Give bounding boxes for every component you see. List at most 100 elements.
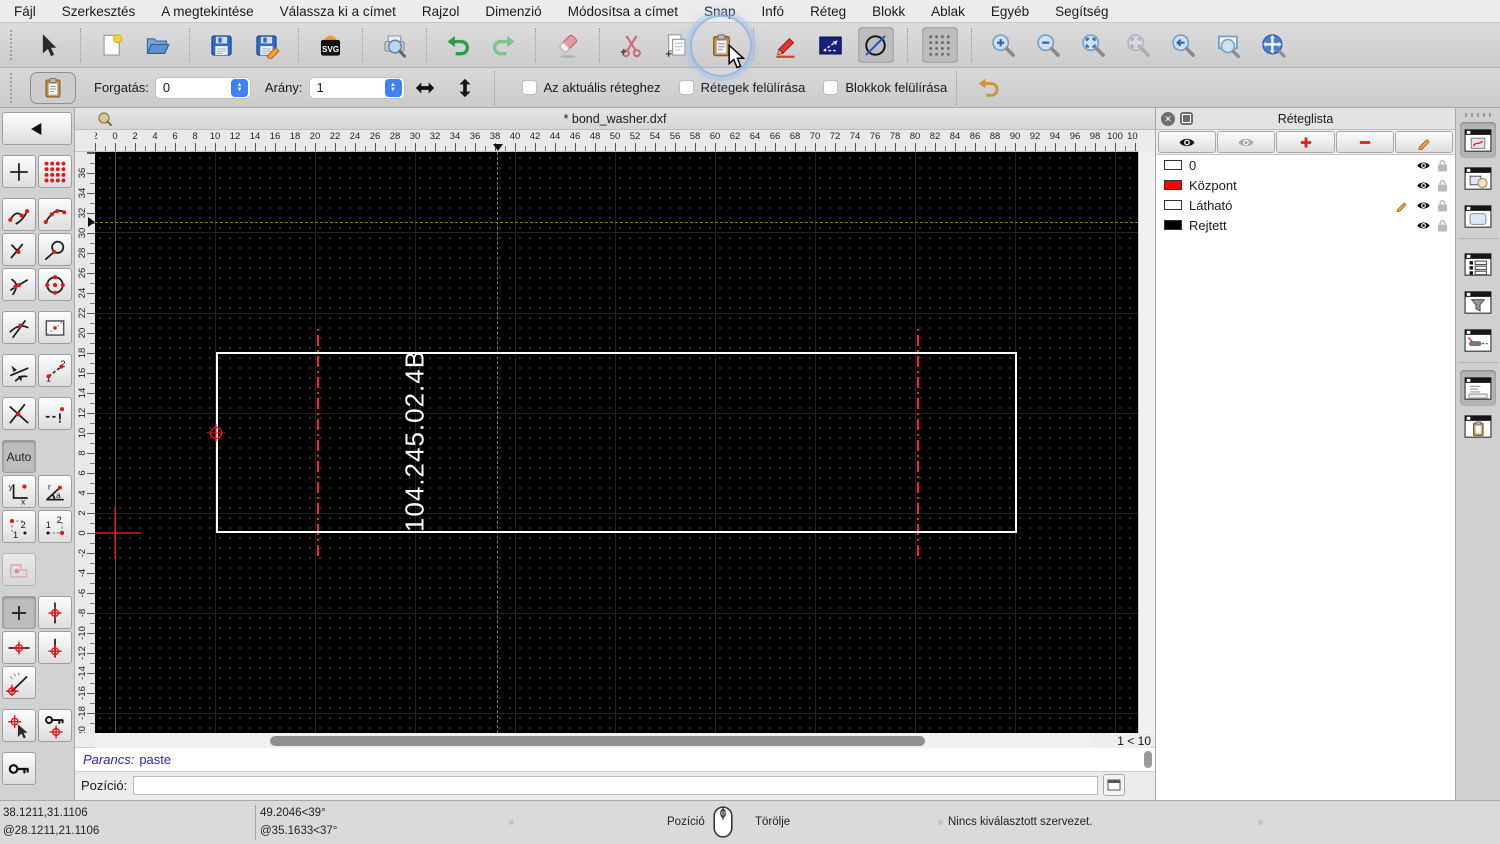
coord-polar-button[interactable]: ra <box>38 475 72 508</box>
toolbar-drag-handle[interactable] <box>10 30 18 60</box>
remove-layer-button[interactable] <box>1336 131 1394 153</box>
dock-drag-handle[interactable] <box>1465 113 1491 117</box>
entity-list-panel-toggle-button[interactable] <box>1460 246 1496 282</box>
select-entity-button[interactable] <box>2 553 36 586</box>
svg-export-button[interactable]: SVG <box>313 27 349 63</box>
menu-item-fajl[interactable]: Fájl <box>14 4 36 19</box>
scale-stepper[interactable]: ▲▼ <box>385 79 402 97</box>
rotation-input[interactable]: 0 ▲▼ <box>155 77 251 99</box>
flip-horizontal-button[interactable] <box>411 74 439 102</box>
edit-layer-button[interactable] <box>1395 131 1453 153</box>
zoom-window-button[interactable] <box>1211 27 1247 63</box>
lock-relative-zero-button[interactable] <box>38 709 72 742</box>
layer-row[interactable]: Központ <box>1156 175 1455 195</box>
checkbox-az-aktualis-reteghez[interactable]: Az aktuális réteghez <box>522 80 661 95</box>
snap-distance-manual-button[interactable] <box>2 354 36 387</box>
layer-visibility-eye-icon[interactable] <box>1412 179 1434 192</box>
menu-item-modositsa-a-cimet[interactable]: Módosítsa a címet <box>568 4 678 19</box>
close-panel-icon[interactable]: ✕ <box>1161 112 1175 126</box>
zoom-selected-button[interactable] <box>1121 27 1157 63</box>
command-scrollbar-thumb[interactable] <box>1144 751 1152 768</box>
layer-list-panel-toggle-button[interactable] <box>1460 122 1496 158</box>
part-number-text[interactable]: 104.245.02.4B <box>400 350 431 532</box>
active-paste-tool-button[interactable] <box>30 72 76 104</box>
zoom-out-button[interactable] <box>1031 27 1067 63</box>
checkbox-box[interactable] <box>522 80 537 95</box>
select-cursor-button[interactable] <box>31 27 67 63</box>
red-pen-button[interactable] <box>768 27 804 63</box>
circle-tool-button[interactable] <box>858 27 894 63</box>
scale-input[interactable]: 1 ▲▼ <box>309 77 405 99</box>
snap-intersection-button[interactable] <box>2 397 36 430</box>
dimension-button[interactable] <box>813 27 849 63</box>
snap-auto-button[interactable]: Auto <box>2 440 36 473</box>
menu-item-szerkesztes[interactable]: Szerkesztés <box>62 4 136 19</box>
snap-on-entity-button[interactable] <box>38 198 72 231</box>
key-lock-button[interactable] <box>2 752 36 785</box>
command-widget-panel-toggle-button[interactable] <box>1460 370 1496 406</box>
checkbox-box[interactable] <box>679 80 694 95</box>
vertical-scrollbar[interactable] <box>1138 152 1155 733</box>
checkbox-box[interactable] <box>823 80 838 95</box>
redo-button[interactable] <box>486 27 522 63</box>
angle-protractor-button[interactable] <box>2 666 36 699</box>
zoom-pan-button[interactable] <box>1256 27 1292 63</box>
open-folder-button[interactable] <box>140 27 176 63</box>
menu-item-dimenzio[interactable]: Dimenzió <box>485 4 541 19</box>
paste-button[interactable] <box>704 27 740 63</box>
coord-cartesian-button[interactable]: yx <box>2 475 36 508</box>
float-panel-icon[interactable] <box>1180 112 1193 125</box>
washer-outline-rect[interactable] <box>216 352 1017 533</box>
zoom-previous-button[interactable] <box>1166 27 1202 63</box>
clipboard-panel-toggle-button[interactable] <box>1460 408 1496 444</box>
back-button[interactable] <box>2 112 72 145</box>
snap-free-button[interactable] <box>2 155 36 188</box>
undo-paste-button[interactable] <box>971 70 1007 106</box>
layer-visibility-eye-icon[interactable] <box>1412 199 1434 212</box>
layer-visibility-eye-icon[interactable] <box>1412 219 1434 232</box>
snap-perpendicular-button[interactable] <box>2 233 36 266</box>
show-all-layers-button[interactable] <box>1158 131 1216 153</box>
horizontal-scrollbar[interactable] <box>95 733 1138 748</box>
flip-vertical-button[interactable] <box>451 74 479 102</box>
restrict-vertical-button[interactable] <box>38 596 72 629</box>
layer-row[interactable]: Látható <box>1156 195 1455 215</box>
drawing-canvas[interactable]: 104.245.02.4B <box>95 152 1138 733</box>
snap-distance-button[interactable]: 12 <box>38 354 72 387</box>
horizontal-scrollbar-thumb[interactable] <box>270 736 925 746</box>
layer-lock-icon[interactable] <box>1434 219 1450 232</box>
restrict-orthogonal-button[interactable] <box>38 631 72 664</box>
block-list-panel-toggle-button[interactable] <box>1460 160 1496 196</box>
grid-toggle-button[interactable] <box>922 27 958 63</box>
snap-grid-button[interactable] <box>38 155 72 188</box>
save-button[interactable] <box>204 27 240 63</box>
library-browser-panel-toggle-button[interactable] <box>1460 198 1496 234</box>
checkbox-retegek-felulirasa[interactable]: Rétegek felülírása <box>679 80 806 95</box>
layer-lock-icon[interactable] <box>1434 179 1450 192</box>
menu-item-info[interactable]: Infó <box>762 4 785 19</box>
menu-item-blokk[interactable]: Blokk <box>872 4 905 19</box>
cut-button[interactable] <box>614 27 650 63</box>
menu-item-egyeb[interactable]: Egyéb <box>991 4 1029 19</box>
snap-nearest-button[interactable] <box>2 311 36 344</box>
detach-command-button[interactable] <box>1103 774 1125 796</box>
snap-intersection-manual-button[interactable]: ! <box>38 397 72 430</box>
menu-item-a-megtekintese[interactable]: A megtekintése <box>161 4 253 19</box>
drawing-window-titlebar[interactable]: * bond_washer.dxf <box>75 108 1155 130</box>
command-history[interactable]: Parancs: paste <box>75 748 1155 772</box>
hide-all-layers-button[interactable] <box>1217 131 1275 153</box>
layer-row[interactable]: 0 <box>1156 155 1455 175</box>
snap-center-button[interactable] <box>38 268 72 301</box>
snap-tangent-button[interactable] <box>38 233 72 266</box>
eraser-button[interactable] <box>550 27 586 63</box>
save-as-button[interactable] <box>249 27 285 63</box>
rotation-stepper[interactable]: ▲▼ <box>231 79 248 97</box>
zoom-in-button[interactable] <box>986 27 1022 63</box>
menu-item-reteg[interactable]: Réteg <box>810 4 846 19</box>
pen-palette-panel-toggle-button[interactable] <box>1460 322 1496 358</box>
menu-item-segitseg[interactable]: Segítség <box>1055 4 1108 19</box>
restrict-rectangle-button[interactable] <box>38 311 72 344</box>
command-input[interactable] <box>133 776 1098 795</box>
new-document-button[interactable] <box>95 27 131 63</box>
set-relative-zero-button[interactable] <box>2 709 36 742</box>
